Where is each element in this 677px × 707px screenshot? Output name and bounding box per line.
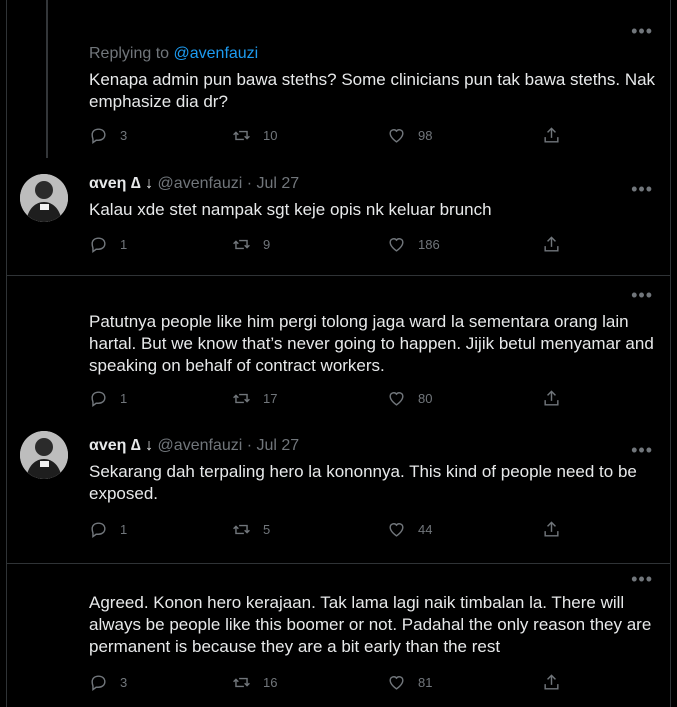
- retweet-count: 5: [263, 522, 271, 537]
- share-button[interactable]: [542, 235, 573, 254]
- retweet-icon: [233, 677, 250, 688]
- reply-button[interactable]: 1: [89, 520, 127, 539]
- retweet-button[interactable]: 16: [232, 673, 277, 692]
- tweet-text: Sekarang dah terpaling hero la kononnya.…: [89, 462, 637, 503]
- display-name[interactable]: αveη ∆: [89, 175, 141, 192]
- retweet-count: 9: [263, 237, 271, 252]
- like-button[interactable]: 98: [387, 126, 432, 145]
- like-button[interactable]: 44: [387, 520, 432, 539]
- tweet-actions: 3 10 98: [89, 126, 579, 148]
- replying-to: Replying to @avenfauzi: [89, 45, 258, 63]
- tweet-actions: 1 9 186: [89, 235, 579, 257]
- avatar-image: [20, 431, 68, 479]
- share-button[interactable]: [542, 673, 573, 692]
- reply-button[interactable]: 1: [89, 389, 127, 408]
- verified-icon: ↓: [145, 175, 154, 192]
- tweet-header: αveη ∆ ↓ @avenfauzi · Jul 27: [89, 437, 299, 455]
- retweet-count: 16: [263, 675, 278, 690]
- share-button[interactable]: [542, 126, 573, 145]
- retweet-icon: [233, 239, 250, 250]
- like-button[interactable]: 186: [387, 235, 440, 254]
- avatar[interactable]: [20, 431, 68, 479]
- avatar-image: [20, 174, 68, 222]
- like-button[interactable]: 81: [387, 673, 432, 692]
- share-icon: [544, 390, 559, 406]
- heart-icon: [389, 238, 404, 252]
- tweet-text: Kenapa admin pun bawa steths? Some clini…: [89, 70, 656, 111]
- like-count: 98: [418, 128, 433, 143]
- more-icon[interactable]: •••: [631, 286, 653, 304]
- tweet-actions: 3 16 81: [89, 673, 579, 695]
- reply-button[interactable]: 1: [89, 235, 127, 254]
- share-icon: [544, 127, 559, 143]
- like-count: 44: [418, 522, 433, 537]
- share-button[interactable]: [542, 389, 573, 408]
- reply-count: 3: [120, 128, 128, 143]
- heart-icon: [389, 129, 404, 143]
- thread-line: [46, 0, 48, 158]
- retweet-icon: [233, 130, 250, 141]
- reply-count: 1: [120, 522, 128, 537]
- avatar[interactable]: [20, 174, 68, 222]
- heart-icon: [389, 392, 404, 406]
- share-icon: [544, 521, 559, 537]
- reply-count: 1: [120, 391, 128, 406]
- handle[interactable]: @avenfauzi: [158, 437, 243, 454]
- tweet-text: Agreed. Konon hero kerajaan. Tak lama la…: [89, 593, 652, 656]
- like-count: 80: [418, 391, 433, 406]
- more-icon[interactable]: •••: [631, 441, 653, 459]
- tweet-separator: [6, 275, 671, 276]
- verified-icon: ↓: [145, 437, 154, 454]
- like-count: 186: [418, 237, 440, 252]
- tweet-header: αveη ∆ ↓ @avenfauzi · Jul 27: [89, 175, 299, 193]
- like-count: 81: [418, 675, 433, 690]
- tweet-text: Kalau xde stet nampak sgt keje opis nk k…: [89, 200, 492, 219]
- retweet-button[interactable]: 10: [232, 126, 277, 145]
- share-icon: [544, 674, 559, 690]
- share-button[interactable]: [542, 520, 573, 539]
- tweet-actions: 1 5 44: [89, 520, 579, 542]
- reply-count: 3: [120, 675, 128, 690]
- reply-button[interactable]: 3: [89, 126, 127, 145]
- timestamp[interactable]: · Jul 27: [247, 175, 299, 192]
- handle[interactable]: @avenfauzi: [158, 175, 243, 192]
- timestamp[interactable]: · Jul 27: [247, 437, 299, 454]
- tweet-separator: [6, 563, 671, 564]
- like-button[interactable]: 80: [387, 389, 432, 408]
- reply-button[interactable]: 3: [89, 673, 127, 692]
- display-name[interactable]: αveη ∆: [89, 437, 141, 454]
- retweet-button[interactable]: 5: [232, 520, 270, 539]
- tweet-text: Patutnya people like him pergi tolong ja…: [89, 312, 654, 375]
- reply-icon: [91, 522, 106, 539]
- more-icon[interactable]: •••: [631, 22, 653, 40]
- tweet-actions: 1 17 80: [89, 389, 579, 411]
- reply-icon: [91, 675, 106, 692]
- more-icon[interactable]: •••: [631, 570, 653, 588]
- reply-count: 1: [120, 237, 128, 252]
- retweet-button[interactable]: 17: [232, 389, 277, 408]
- replying-handle-link[interactable]: @avenfauzi: [174, 45, 259, 62]
- share-icon: [544, 236, 559, 252]
- retweet-count: 10: [263, 128, 278, 143]
- retweet-count: 17: [263, 391, 278, 406]
- reply-icon: [91, 237, 106, 254]
- retweet-icon: [233, 524, 250, 535]
- heart-icon: [389, 523, 404, 537]
- reply-icon: [91, 128, 106, 145]
- more-icon[interactable]: •••: [631, 180, 653, 198]
- heart-icon: [389, 676, 404, 690]
- reply-icon: [91, 391, 106, 408]
- replying-label: Replying to: [89, 45, 170, 62]
- retweet-button[interactable]: 9: [232, 235, 270, 254]
- retweet-icon: [233, 393, 250, 404]
